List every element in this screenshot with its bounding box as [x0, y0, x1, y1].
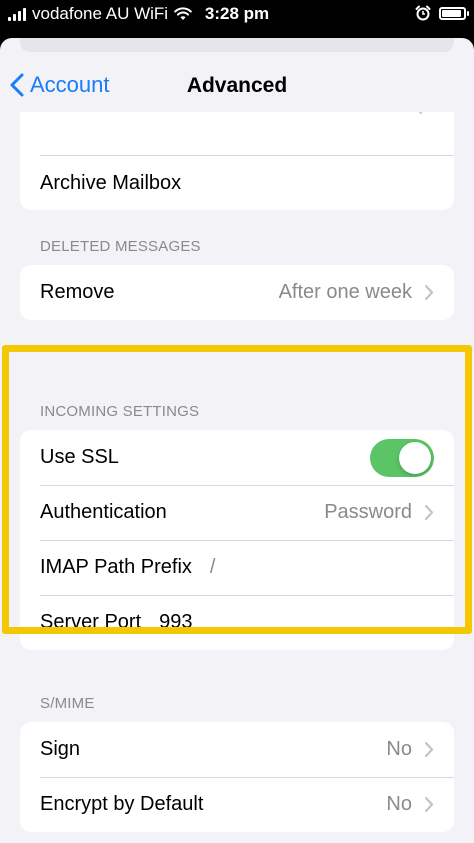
status-bar: vodafone AU WiFi 3:28 pm [0, 0, 474, 30]
background-card-edge [20, 38, 454, 52]
encrypt-by-default-value: No [386, 793, 434, 816]
deleted-messages-header: DELETED MESSAGES [40, 238, 201, 255]
archive-card: Archive Mailbox [20, 112, 454, 210]
toggle-knob [399, 441, 431, 474]
alarm-icon [415, 5, 431, 21]
deleted-messages-card: Remove After one week [20, 265, 454, 320]
sign-value: No [386, 738, 434, 761]
incoming-settings-header: INCOMING SETTINGS [40, 403, 200, 420]
archive-mailbox-label: Archive Mailbox [40, 171, 182, 194]
status-time: 3:28 pm [204, 4, 270, 23]
status-right [415, 5, 469, 21]
chevron-right-icon [424, 741, 434, 758]
authentication-value-text: Password [324, 501, 412, 523]
server-port-field[interactable]: 993 [159, 611, 192, 634]
authentication-row[interactable]: Authentication Password [20, 485, 454, 540]
server-port-label: Server Port [40, 611, 142, 633]
remove-label: Remove [40, 281, 115, 303]
encrypt-value-text: No [386, 793, 412, 815]
settings-sheet: Account Advanced Archive Mailbox DELETED… [0, 38, 474, 843]
chevron-right-icon [424, 284, 434, 301]
sign-label: Sign [40, 738, 81, 760]
remove-value: After one week [279, 281, 434, 304]
server-port-row[interactable]: Server Port 993 [20, 595, 454, 650]
smime-card: Sign No Encrypt by Default No [20, 722, 454, 832]
sign-value-text: No [386, 738, 412, 760]
chevron-right-icon [418, 112, 422, 114]
archive-mailbox-row[interactable]: Archive Mailbox [40, 155, 454, 210]
imap-path-prefix-label: IMAP Path Prefix [40, 556, 192, 578]
use-ssl-toggle[interactable] [370, 438, 434, 477]
imap-path-prefix-row[interactable]: IMAP Path Prefix / [20, 540, 454, 595]
use-ssl-label: Use SSL [40, 446, 119, 468]
use-ssl-row: Use SSL [20, 430, 454, 485]
incoming-settings-card: Use SSL Authentication Password IMAP Pat… [20, 430, 454, 650]
authentication-label: Authentication [40, 501, 167, 523]
scrolled-row [20, 112, 454, 155]
authentication-value: Password [324, 501, 434, 524]
imap-path-prefix-field[interactable]: / [210, 556, 216, 579]
page-title: Advanced [186, 74, 288, 97]
chevron-right-icon [424, 504, 434, 521]
battery-icon [439, 6, 469, 20]
encrypt-by-default-row[interactable]: Encrypt by Default No [20, 777, 454, 832]
remove-value-text: After one week [278, 281, 412, 303]
sign-row[interactable]: Sign No [20, 722, 454, 777]
smime-header: S/MIME [40, 695, 95, 712]
remove-row[interactable]: Remove After one week [20, 265, 454, 320]
encrypt-by-default-label: Encrypt by Default [40, 793, 204, 815]
chevron-right-icon [424, 796, 434, 813]
